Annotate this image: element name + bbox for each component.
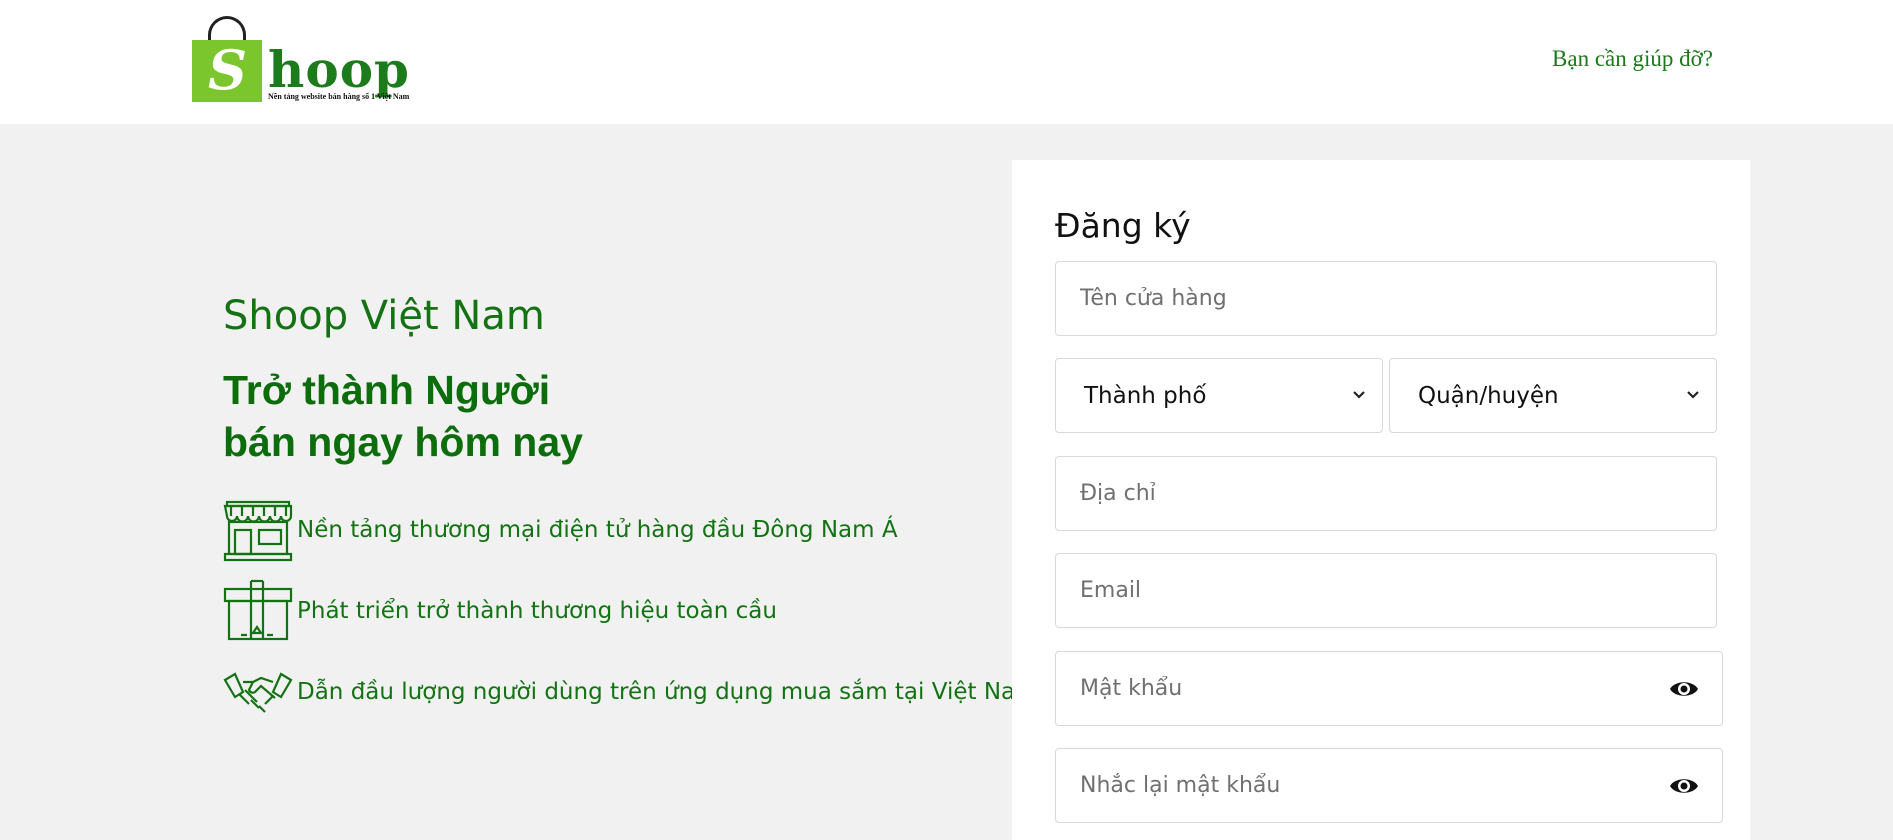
chevron-down-icon <box>1687 391 1699 399</box>
feature-item: Phát triển trở thành thương hiệu toàn cầ… <box>223 579 1003 643</box>
store-name-input[interactable] <box>1055 261 1717 336</box>
city-select-value: Thành phố <box>1084 382 1207 409</box>
chevron-down-icon <box>1353 391 1365 399</box>
feature-item: Dẫn đầu lượng người dùng trên ứng dụng m… <box>223 660 1038 724</box>
logo-wordmark: hoop <box>268 40 411 99</box>
shoop-logo[interactable]: S hoop Nền tảng website bán hàng số 1 Vi… <box>190 12 420 104</box>
gift-box-icon <box>223 579 293 641</box>
email-input[interactable] <box>1055 553 1717 628</box>
address-input[interactable] <box>1055 456 1717 531</box>
feature-text: Dẫn đầu lượng người dùng trên ứng dụng m… <box>297 679 1038 705</box>
signup-title: Đăng ký <box>1055 206 1191 245</box>
feature-list: Nền tảng thương mại điện tử hàng đầu Đôn… <box>223 498 1038 724</box>
district-select-value: Quận/huyện <box>1418 382 1559 409</box>
district-select[interactable]: Quận/huyện <box>1389 358 1717 433</box>
city-select[interactable]: Thành phố <box>1055 358 1383 433</box>
feature-text: Phát triển trở thành thương hiệu toàn cầ… <box>297 598 777 624</box>
feature-item: Nền tảng thương mại điện tử hàng đầu Đôn… <box>223 498 1003 562</box>
feature-text: Nền tảng thương mại điện tử hàng đầu Đôn… <box>297 517 898 543</box>
storefront-icon <box>223 500 293 562</box>
intro-section: Shoop Việt Nam Trở thành Người bán ngay … <box>223 288 1038 741</box>
password-group <box>1055 651 1723 726</box>
logo-letter: S <box>208 38 247 102</box>
confirm-password-input[interactable] <box>1055 748 1723 823</box>
handshake-icon <box>223 672 293 713</box>
logo-tagline: Nền tảng website bán hàng số 1 Việt Nam <box>268 92 410 101</box>
eye-icon[interactable] <box>1669 774 1699 798</box>
brand-name: Shoop Việt Nam <box>223 293 545 339</box>
tagline-line-2: bán ngay hôm nay <box>223 419 583 465</box>
password-input[interactable] <box>1055 651 1723 726</box>
help-link[interactable]: Bạn cần giúp đỡ? <box>1552 46 1713 72</box>
tagline-line-1: Trở thành Người <box>223 367 551 413</box>
top-header: S hoop Nền tảng website bán hàng số 1 Vi… <box>0 0 1893 124</box>
eye-icon[interactable] <box>1669 677 1699 701</box>
confirm-password-group <box>1055 748 1723 823</box>
seller-tagline: Trở thành Người bán ngay hôm nay <box>223 364 1003 468</box>
signup-card: Đăng ký Thành phố Quận/huyện <box>1012 160 1750 840</box>
